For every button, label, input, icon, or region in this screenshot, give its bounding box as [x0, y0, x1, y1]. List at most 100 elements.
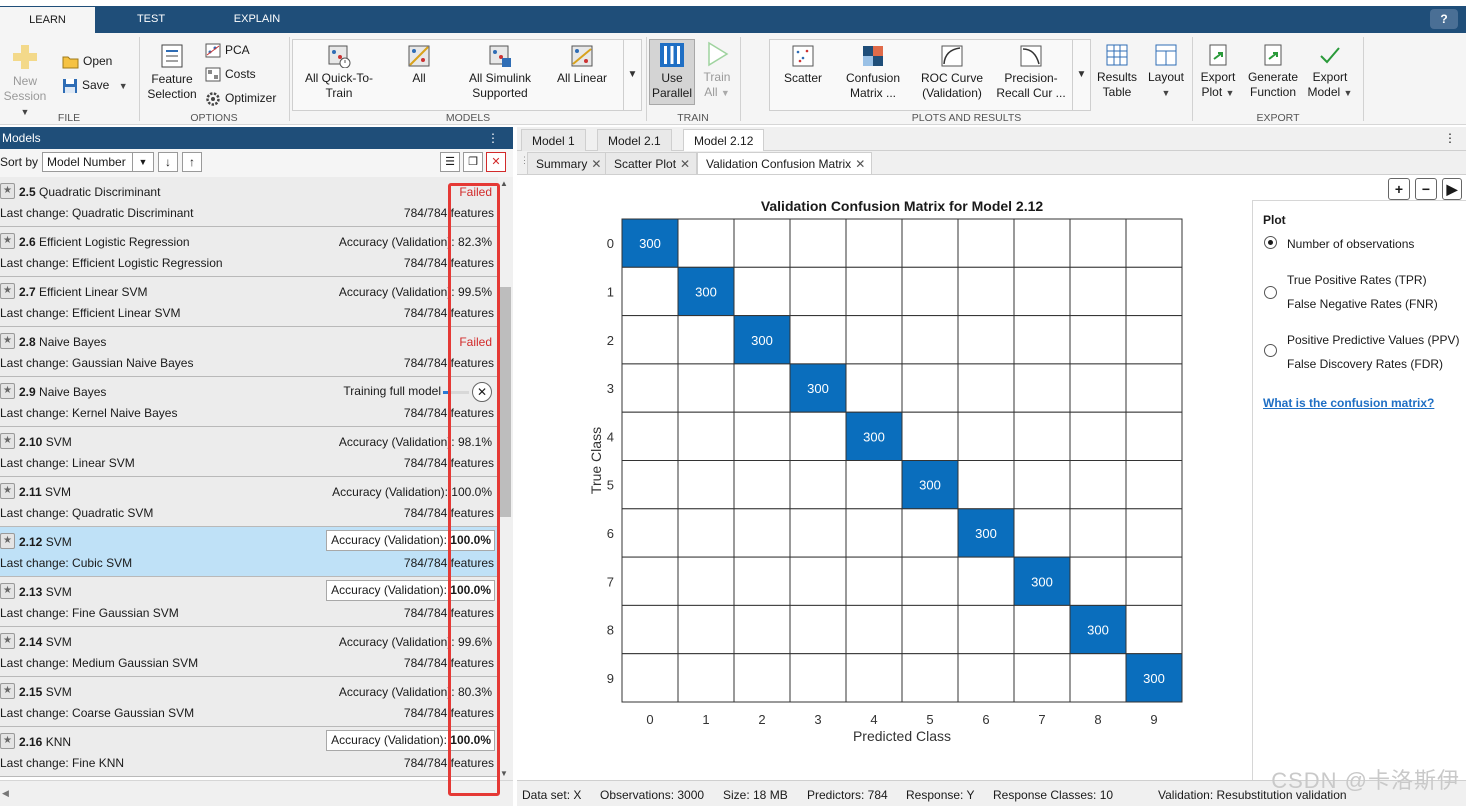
favorite-star-icon[interactable]: ★ [0, 633, 15, 649]
gallery-expand-arrow[interactable]: ▼ [623, 40, 641, 110]
plot-tab[interactable]: Summary ✕ [527, 152, 609, 174]
duplicate-model-button[interactable]: ❐ [463, 152, 483, 172]
feature-selection-button[interactable]: Feature Selection [146, 43, 198, 102]
layout-button[interactable]: Layout ▼ [1143, 43, 1189, 101]
tab-learn[interactable]: LEARN [0, 7, 95, 33]
model-row[interactable]: ★ 2.10 SVM Accuracy (Validation): 98.1% Las… [0, 427, 498, 477]
roc-curve-button[interactable]: ROC Curve (Validation) [914, 44, 990, 101]
optimizer-button[interactable]: Optimizer [205, 89, 276, 107]
favorite-star-icon[interactable]: ★ [0, 533, 15, 549]
matrix-cell [789, 460, 847, 510]
confusion-matrix-help-link[interactable]: What is the confusion matrix? [1263, 396, 1434, 410]
results-table-button[interactable]: Results Table [1093, 43, 1141, 100]
collapse-panel-button[interactable]: ▶ [1442, 178, 1462, 200]
pca-button[interactable]: PCA [205, 41, 250, 59]
delete-model-button[interactable]: ✕ [486, 152, 506, 172]
use-parallel-button[interactable]: Use Parallel [649, 39, 695, 105]
cancel-training-icon[interactable]: ✕ [472, 382, 492, 402]
model-summary-button[interactable]: ☰ [440, 152, 460, 172]
favorite-star-icon[interactable]: ★ [0, 333, 15, 349]
model-row[interactable]: ★ 2.11 SVM Accuracy (Validation): 100.0% La… [0, 477, 498, 527]
radio-number-of-observations[interactable] [1264, 236, 1277, 249]
model-row[interactable]: ★ 2.7 Efficient Linear SVM Accuracy (Valid… [0, 277, 498, 327]
plot-item-label: ROC Curve [920, 71, 983, 85]
costs-button[interactable]: Costs [205, 65, 256, 83]
model-row[interactable]: ★ 2.16 KNN Accuracy (Validation): 100.0% La… [0, 727, 498, 777]
help-button[interactable]: ? [1430, 9, 1458, 29]
radio-ppv-fdr[interactable] [1264, 344, 1277, 357]
scroll-down-icon[interactable]: ▼ [500, 769, 508, 778]
favorite-star-icon[interactable]: ★ [0, 433, 15, 449]
sort-select-arrow-icon[interactable]: ▼ [132, 152, 154, 172]
model-row[interactable]: ★ 2.14 SVM Accuracy (Validation): 99.6% Las… [0, 627, 498, 677]
matrix-cell-value: 300 [1087, 623, 1109, 638]
gallery-expand-arrow[interactable]: ▼ [1072, 40, 1090, 110]
favorite-star-icon[interactable]: ★ [0, 183, 15, 199]
zoom-in-button[interactable]: + [1388, 178, 1410, 200]
model-list-scrollbar[interactable]: ▲ ▼ [498, 177, 513, 780]
model-all-linear-button[interactable]: All Linear [549, 44, 615, 86]
matrix-cell [845, 508, 903, 558]
tab-test[interactable]: TEST [125, 6, 177, 33]
favorite-star-icon[interactable]: ★ [0, 483, 15, 499]
model-all-quick-to-train-button[interactable]: All Quick-To- Train [295, 44, 383, 101]
favorite-star-icon[interactable]: ★ [0, 733, 15, 749]
model-row[interactable]: ★ 2.6 Efficient Logistic Regression Accura… [0, 227, 498, 277]
model-last-change: Last change: Gaussian Naive Bayes [0, 356, 194, 370]
plot-tab-label: Validation Confusion Matrix [706, 157, 852, 171]
plot-tab[interactable]: Scatter Plot ✕ [605, 152, 698, 174]
model-row[interactable]: ★ 2.8 Naive Bayes Failed Last change: Gauss… [0, 327, 498, 377]
models-panel-menu-icon[interactable]: ⋮ [487, 127, 499, 149]
doc-tabs-menu-icon[interactable]: ⋮ [1444, 131, 1456, 145]
scrollbar-thumb[interactable] [500, 287, 511, 517]
tab-explain[interactable]: EXPLAIN [228, 6, 286, 33]
sort-descending-button[interactable]: ↓ [158, 152, 178, 172]
model-all-simulink-supported-button[interactable]: All Simulink Supported [459, 44, 541, 101]
scroll-up-icon[interactable]: ▲ [500, 179, 508, 188]
model-row[interactable]: ★ 2.12 SVM Accuracy (Validation): 100.0% La… [0, 527, 498, 577]
model-number: 2.10 [19, 435, 43, 449]
new-session-button[interactable]: New Session ▼ [0, 43, 50, 120]
ribbon-group-file: New Session ▼ Open Save ▼ FILE [0, 33, 138, 125]
favorite-star-icon[interactable]: ★ [0, 583, 15, 599]
doc-tab[interactable]: Model 2.12 [683, 129, 765, 151]
export-model-button[interactable]: Export Model ▼ [1305, 43, 1355, 101]
plot-item-label: Scatter [783, 71, 822, 85]
matrix-cell [621, 556, 679, 606]
model-row[interactable]: ★ 2.9 Naive Bayes Training full model ✕ Last… [0, 377, 498, 427]
model-row[interactable]: ★ 2.5 Quadratic Discriminant Failed Last ch… [0, 177, 498, 227]
favorite-star-icon[interactable]: ★ [0, 283, 15, 299]
favorite-star-icon[interactable]: ★ [0, 383, 15, 399]
tabbar-strip [0, 6, 1466, 33]
train-all-button[interactable]: Train All ▼ [699, 41, 735, 101]
model-list-hscrollbar[interactable]: ◀ [0, 780, 513, 806]
matrix-cell [845, 460, 903, 510]
plot-tab[interactable]: Validation Confusion Matrix ✕ [697, 152, 873, 174]
confusion-matrix-button[interactable]: Confusion Matrix ... [834, 44, 912, 101]
open-button[interactable]: Open [62, 52, 112, 70]
model-all-button[interactable]: All [391, 44, 447, 86]
export-plot-button[interactable]: Export Plot ▼ [1195, 43, 1241, 101]
matrix-cell [733, 556, 791, 606]
close-icon[interactable]: ✕ [680, 157, 690, 171]
model-row[interactable]: ★ 2.15 SVM Accuracy (Validation): 80.3% Las… [0, 677, 498, 727]
favorite-star-icon[interactable]: ★ [0, 683, 15, 699]
doc-tab[interactable]: Model 2.1 [597, 129, 672, 151]
close-icon[interactable]: ✕ [855, 157, 865, 171]
model-type: SVM [45, 485, 72, 499]
precision-recall-button[interactable]: Precision- Recall Cur ... [992, 44, 1070, 101]
scatter-plot-button[interactable]: Scatter [772, 44, 834, 86]
favorite-star-icon[interactable]: ★ [0, 233, 15, 249]
model-row[interactable]: ★ 2.13 SVM Accuracy (Validation): 100.0% La… [0, 577, 498, 627]
close-icon[interactable]: ✕ [591, 157, 601, 171]
model-status: Accuracy (Validation): 80.3% [338, 685, 492, 699]
sort-ascending-button[interactable]: ↑ [182, 152, 202, 172]
matrix-cell [621, 411, 679, 461]
scroll-left-icon[interactable]: ◀ [2, 788, 9, 799]
zoom-out-button[interactable]: − [1415, 178, 1437, 200]
generate-function-button[interactable]: Generate Function [1243, 43, 1303, 100]
save-button[interactable]: Save ▼ [62, 76, 128, 94]
model-number: 2.9 [19, 385, 36, 399]
radio-tpr-fnr[interactable] [1264, 286, 1277, 299]
doc-tab[interactable]: Model 1 [521, 129, 586, 151]
